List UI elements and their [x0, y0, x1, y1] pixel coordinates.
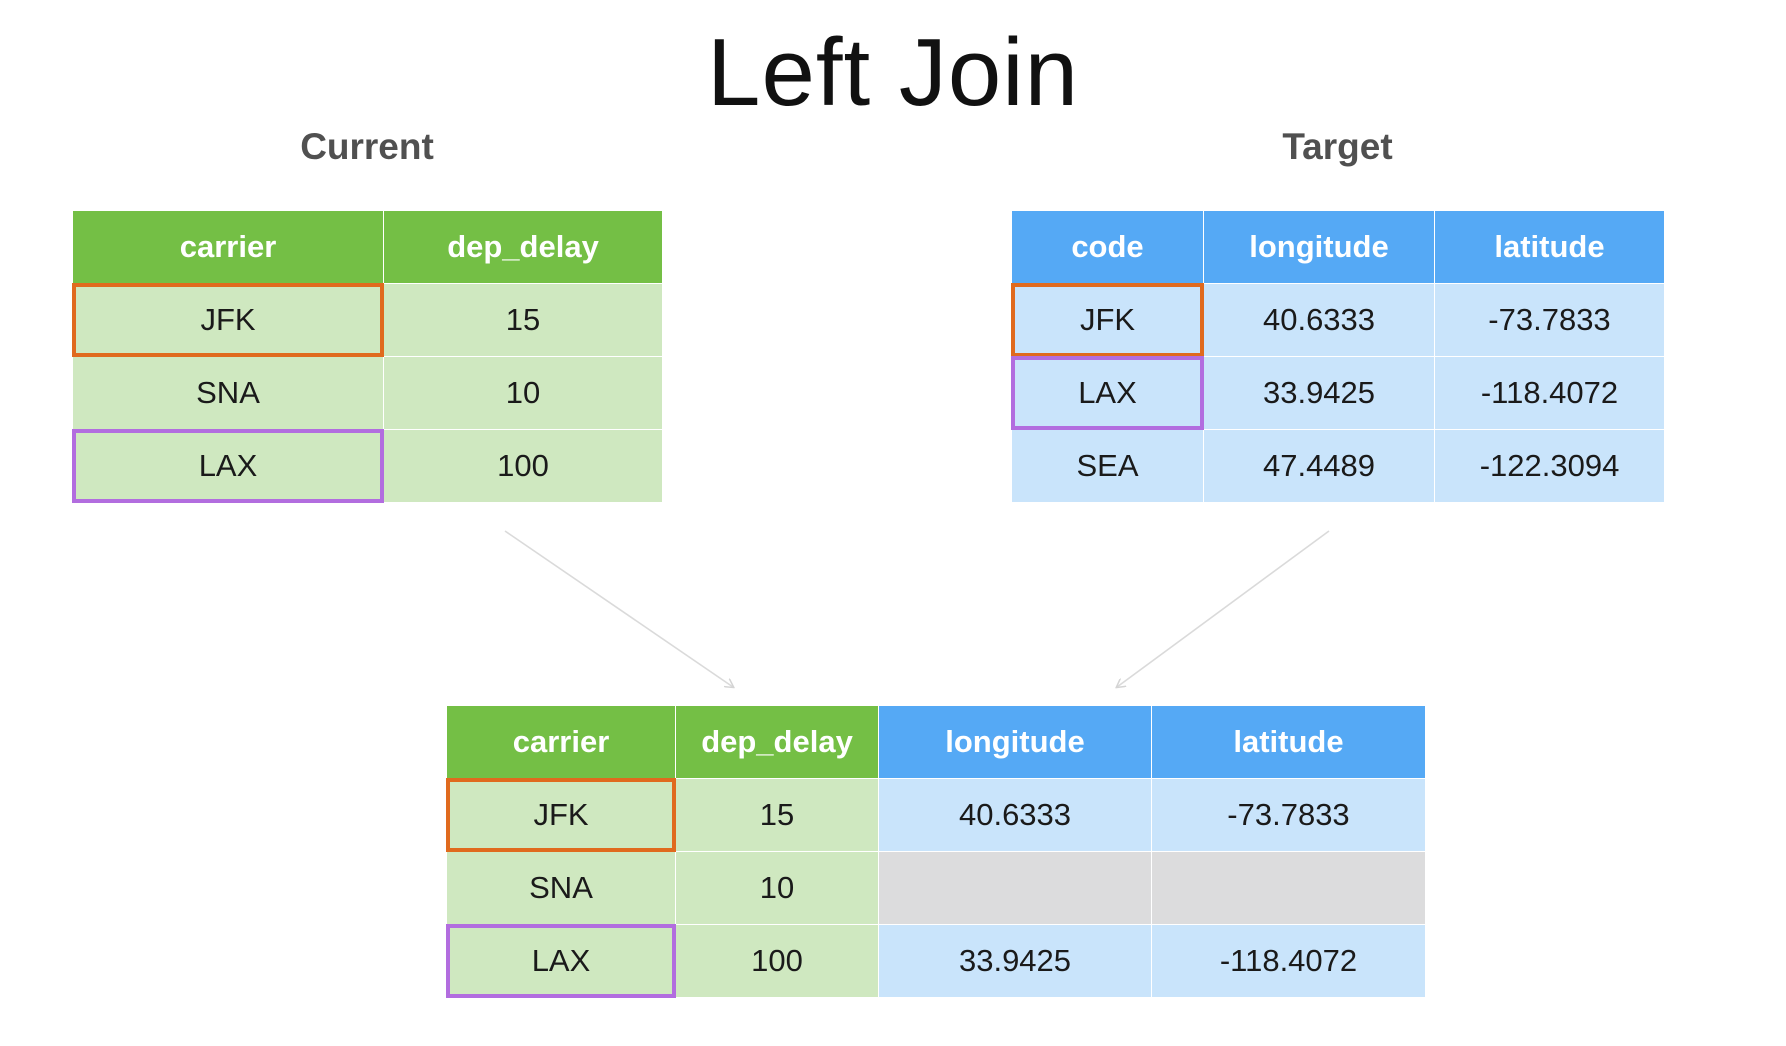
result-longitude-cell: 40.6333 — [878, 778, 1152, 852]
target-code-cell-match-jfk: JFK — [1011, 283, 1205, 358]
result-header-row: carrier dep_delay longitude latitude — [446, 705, 1426, 779]
table-row: LAX 100 — [72, 429, 663, 504]
result-dep-delay-cell: 100 — [675, 924, 879, 998]
arrow-current-to-result — [504, 530, 733, 687]
result-longitude-cell: 33.9425 — [878, 924, 1152, 998]
table-row: SNA 10 — [72, 356, 663, 430]
table-row: LAX 100 33.9425 -118.4072 — [446, 924, 1426, 999]
current-dep-delay-cell: 10 — [383, 356, 663, 430]
target-col-longitude: longitude — [1203, 210, 1435, 284]
target-code-cell: SEA — [1011, 429, 1204, 503]
current-carrier-cell: SNA — [72, 356, 384, 430]
result-latitude-cell: -73.7833 — [1151, 778, 1426, 852]
target-header-row: code longitude latitude — [1011, 210, 1665, 284]
table-row: JFK 15 — [72, 283, 663, 358]
result-col-carrier: carrier — [446, 705, 676, 779]
result-dep-delay-cell: 10 — [675, 851, 879, 925]
table-row: SEA 47.4489 -122.3094 — [1011, 429, 1665, 503]
current-carrier-cell-match-lax: LAX — [72, 429, 385, 504]
target-latitude-cell: -122.3094 — [1434, 429, 1665, 503]
target-latitude-cell: -118.4072 — [1434, 356, 1665, 430]
target-col-code: code — [1011, 210, 1204, 284]
target-longitude-cell: 40.6333 — [1203, 283, 1435, 357]
result-latitude-cell: -118.4072 — [1151, 924, 1426, 998]
result-latitude-cell-missing — [1151, 851, 1426, 925]
result-col-latitude: latitude — [1151, 705, 1426, 779]
table-row: JFK 15 40.6333 -73.7833 — [446, 778, 1426, 853]
table-row: SNA 10 — [446, 851, 1426, 925]
current-table: carrier dep_delay JFK 15 SNA 10 LAX 100 — [72, 210, 663, 504]
table-row: LAX 33.9425 -118.4072 — [1011, 356, 1665, 431]
target-col-latitude: latitude — [1434, 210, 1665, 284]
diagram-title: Left Join — [707, 19, 1079, 126]
target-longitude-cell: 33.9425 — [1203, 356, 1435, 430]
target-longitude-cell: 47.4489 — [1203, 429, 1435, 503]
result-dep-delay-cell: 15 — [675, 778, 879, 852]
table-row: JFK 40.6333 -73.7833 — [1011, 283, 1665, 358]
current-dep-delay-cell: 15 — [383, 283, 663, 357]
current-table-label: Current — [300, 126, 434, 167]
current-dep-delay-cell: 100 — [383, 429, 663, 503]
target-code-cell-match-lax: LAX — [1011, 356, 1205, 431]
result-carrier-cell: SNA — [446, 851, 676, 925]
result-longitude-cell-missing — [878, 851, 1152, 925]
current-carrier-cell-match-jfk: JFK — [72, 283, 385, 358]
result-carrier-cell-match-lax: LAX — [446, 924, 677, 999]
current-col-carrier: carrier — [72, 210, 384, 284]
arrow-target-to-result — [1117, 530, 1330, 687]
result-carrier-cell-match-jfk: JFK — [446, 778, 677, 853]
current-header-row: carrier dep_delay — [72, 210, 663, 284]
result-col-dep-delay: dep_delay — [675, 705, 879, 779]
target-latitude-cell: -73.7833 — [1434, 283, 1665, 357]
result-table: carrier dep_delay longitude latitude JFK… — [446, 705, 1426, 999]
current-col-dep-delay: dep_delay — [383, 210, 663, 284]
result-col-longitude: longitude — [878, 705, 1152, 779]
target-table-label: Target — [1282, 126, 1393, 167]
target-table: code longitude latitude JFK 40.6333 -73.… — [1011, 210, 1665, 503]
